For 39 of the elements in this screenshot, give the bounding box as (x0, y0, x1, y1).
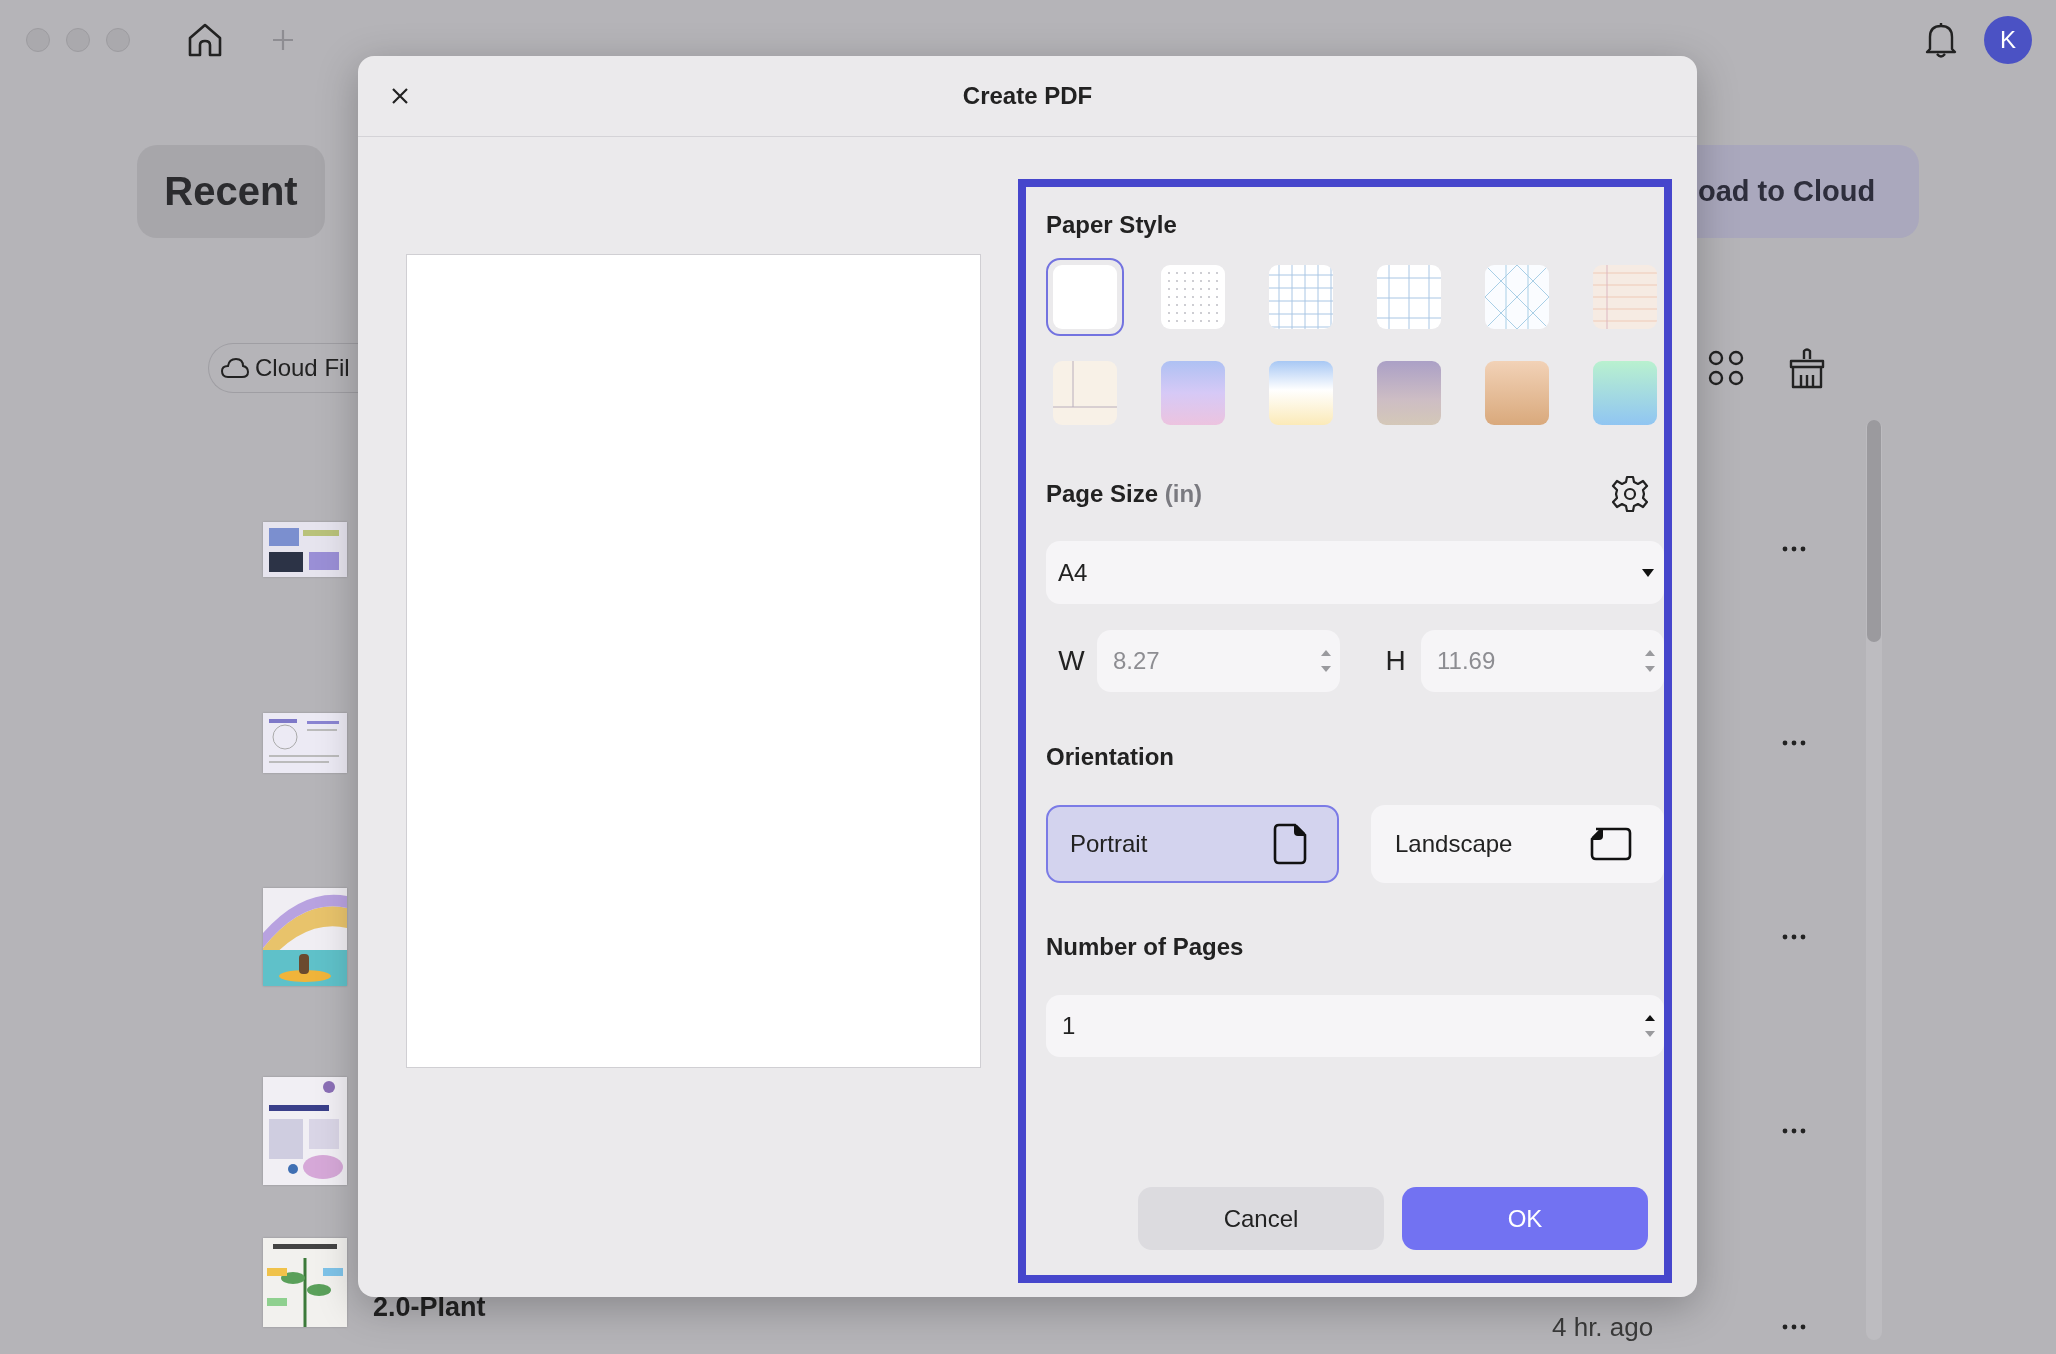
orientation-option[interactable]: Portrait (1046, 805, 1339, 883)
window-minimize-button[interactable] (66, 28, 90, 52)
paper-style-option[interactable] (1046, 258, 1124, 336)
window-zoom-button[interactable] (106, 28, 130, 52)
landscape-page-icon (1590, 827, 1632, 861)
page-size-dropdown[interactable]: A4 (1046, 541, 1664, 604)
grid-view-icon[interactable] (1708, 350, 1744, 386)
section-title: Page Size (in) (1046, 479, 1203, 509)
home-icon[interactable] (186, 21, 224, 59)
cancel-button[interactable]: Cancel (1138, 1187, 1384, 1250)
close-icon[interactable] (391, 87, 409, 105)
caret-icon (1642, 567, 1654, 578)
settings-icon[interactable] (1610, 474, 1650, 514)
file-name: 2.0-Plant (373, 1292, 486, 1322)
upload-to-cloud-button[interactable]: oad to Cloud (1697, 145, 1919, 238)
dimension-label: W (1057, 645, 1086, 677)
ok-button[interactable]: OK (1402, 1187, 1648, 1250)
page-count-field[interactable]: 1 (1046, 995, 1664, 1057)
section-title: Number of Pages (1046, 932, 1245, 962)
more-icon[interactable] (1782, 546, 1806, 552)
scrollbar[interactable] (1866, 420, 1882, 1340)
section-title: Paper Style (1046, 210, 1178, 240)
more-icon[interactable] (1782, 1324, 1806, 1330)
file-time: 4 hr. ago (1552, 1312, 1654, 1342)
add-tab-icon[interactable] (272, 29, 294, 51)
window-close-button[interactable] (26, 28, 50, 52)
brush-icon[interactable] (1788, 347, 1826, 389)
section-title: Orientation (1046, 742, 1175, 772)
notification-bell-icon[interactable] (1924, 21, 1958, 59)
more-icon[interactable] (1782, 934, 1806, 940)
recent-tab[interactable]: Recent (137, 145, 325, 238)
more-icon[interactable] (1782, 1128, 1806, 1134)
more-icon[interactable] (1782, 740, 1806, 746)
dimension-label: H (1384, 645, 1407, 677)
cloud-icon (221, 357, 249, 379)
dialog-title: Create PDF (961, 82, 1094, 110)
orientation-option[interactable]: Landscape (1371, 805, 1664, 883)
portrait-page-icon (1273, 823, 1307, 865)
user-avatar[interactable]: K (1984, 16, 2032, 64)
